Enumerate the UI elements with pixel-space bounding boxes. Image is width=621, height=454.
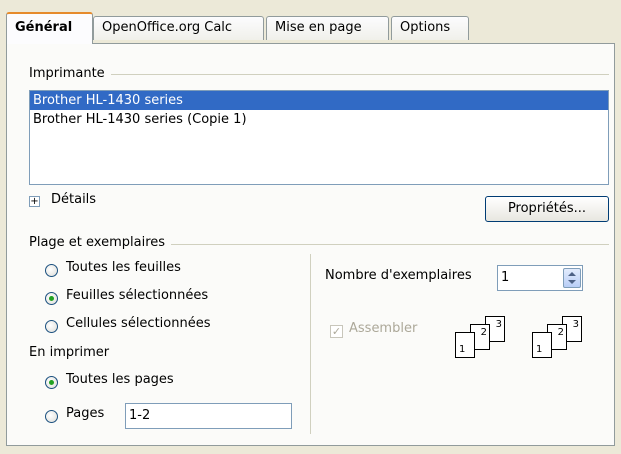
list-item[interactable]: Brother HL-1430 series (Copie 1): [30, 110, 608, 129]
tab-mise-en-page[interactable]: Mise en page: [266, 16, 389, 40]
collate-pages-icon: 3 2 1: [455, 316, 511, 358]
tab-label: Général: [15, 20, 73, 35]
tab-options[interactable]: Options: [391, 16, 469, 40]
copies-value: 1: [501, 270, 510, 285]
radio-label[interactable]: Toutes les feuilles: [66, 260, 181, 275]
copies-label: Nombre d'exemplaires: [325, 268, 472, 283]
properties-button[interactable]: Propriétés...: [485, 196, 609, 222]
collate-pages-icon: 3 2 1: [532, 316, 588, 358]
expand-icon[interactable]: +: [29, 196, 40, 207]
collate-checkbox[interactable]: ✓: [330, 325, 343, 338]
divider: [310, 254, 311, 434]
radio-label[interactable]: Toutes les pages: [66, 372, 174, 387]
page-icon: 1: [455, 332, 475, 358]
radio-pages[interactable]: [45, 410, 58, 423]
spin-icon[interactable]: [563, 268, 581, 288]
print-section-label: En imprimer: [29, 345, 110, 360]
tab-general[interactable]: Général: [6, 12, 93, 44]
radio-selected-sheets[interactable]: [45, 292, 58, 305]
range-section-label: Plage et exemplaires: [29, 235, 172, 250]
pages-input[interactable]: 1-2: [125, 403, 292, 429]
tab-bar: Général OpenOffice.org Calc Mise en page…: [0, 0, 621, 44]
collate-label[interactable]: Assembler: [349, 321, 417, 336]
radio-label[interactable]: Pages: [66, 406, 104, 421]
printer-section-label: Imprimante: [29, 66, 111, 81]
divider: [29, 74, 609, 75]
list-item[interactable]: Brother HL-1430 series: [30, 91, 608, 110]
radio-selected-cells[interactable]: [45, 320, 58, 333]
radio-label[interactable]: Cellules sélectionnées: [66, 316, 211, 331]
printer-list[interactable]: Brother HL-1430 series Brother HL-1430 s…: [29, 90, 609, 185]
tab-label: OpenOffice.org Calc: [102, 20, 233, 35]
radio-all-pages[interactable]: [45, 376, 58, 389]
radio-all-sheets[interactable]: [45, 264, 58, 277]
tab-label: Options: [400, 20, 451, 35]
tab-openoffice-calc[interactable]: OpenOffice.org Calc: [93, 16, 264, 40]
details-label[interactable]: Détails: [51, 192, 96, 207]
radio-label[interactable]: Feuilles sélectionnées: [66, 288, 208, 303]
page-icon: 1: [532, 332, 552, 358]
tab-label: Mise en page: [275, 20, 362, 35]
